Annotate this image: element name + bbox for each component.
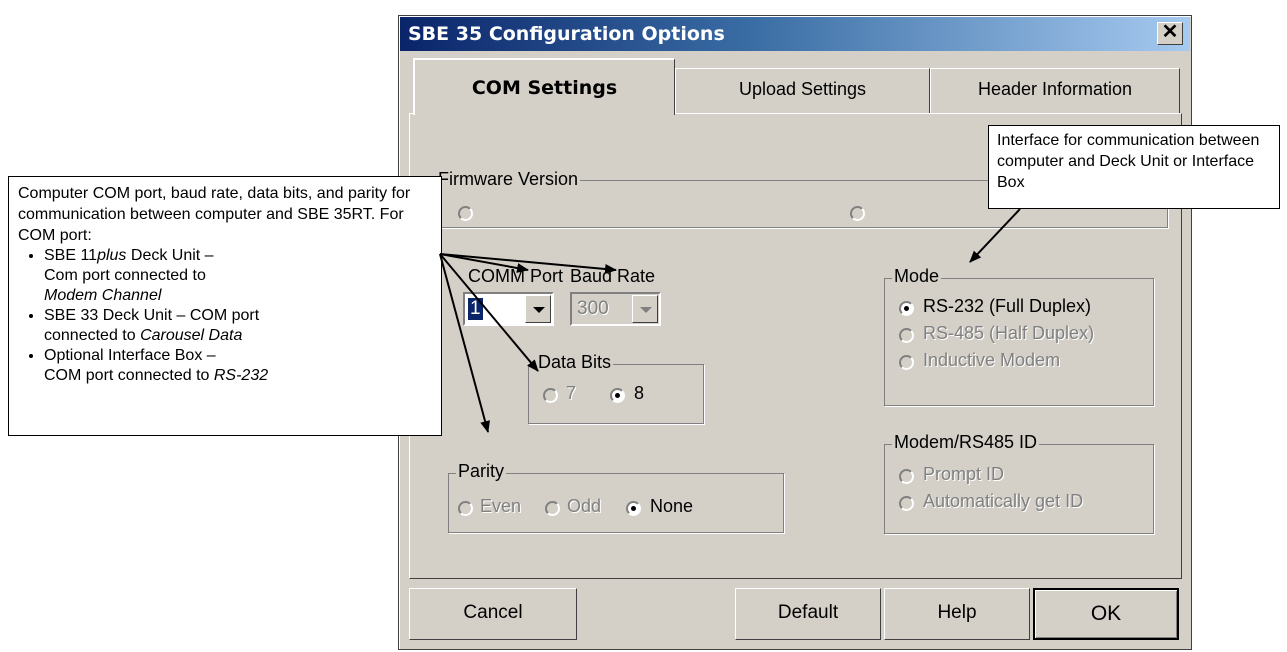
mode-rs485-radio[interactable]	[899, 328, 914, 343]
firmware-option-1-radio[interactable]	[458, 206, 473, 221]
mode-rs485-label: RS-485 (Half Duplex)	[923, 323, 1095, 343]
close-icon: ✕	[1161, 21, 1179, 43]
comm-port-select[interactable]: 1	[463, 292, 554, 326]
baud-rate-value: 300	[577, 298, 609, 319]
callout-text: connected to	[44, 327, 141, 344]
mode-label: Mode	[892, 266, 942, 287]
parity-even-radio[interactable]	[458, 501, 473, 516]
default-button[interactable]: Default	[735, 588, 881, 640]
parity-none-label: None	[650, 496, 694, 516]
ok-button[interactable]: OK	[1033, 588, 1179, 640]
data-bits-label: Data Bits	[536, 352, 614, 373]
prompt-id-radio[interactable]	[899, 469, 914, 484]
callout-text: Optional Interface Box –	[44, 347, 216, 364]
tab-upload-settings[interactable]: Upload Settings	[675, 68, 930, 114]
tab-com-settings[interactable]: COM Settings	[413, 58, 675, 115]
help-button[interactable]: Help	[884, 588, 1030, 640]
callout-text-italic: Carousel Data	[140, 327, 243, 344]
callout-intro: Computer COM port, baud rate, data bits,…	[18, 185, 411, 244]
parity-odd-radio[interactable]	[545, 501, 560, 516]
callout-bullet-deck-unit-11: SBE 11plus Deck Unit – Com port connecte…	[44, 246, 431, 306]
com-settings-callout: Computer COM port, baud rate, data bits,…	[8, 176, 442, 436]
callout-text: SBE 33 Deck Unit – COM port	[44, 307, 260, 324]
comm-port-dropdown-button[interactable]	[525, 295, 551, 323]
parity-odd-label: Odd	[567, 496, 602, 516]
chevron-down-icon	[533, 307, 545, 313]
close-button[interactable]: ✕	[1157, 22, 1183, 45]
callout-text: Deck Unit –	[126, 247, 214, 264]
tab-header-information[interactable]: Header Information	[930, 68, 1180, 114]
interface-mode-callout: Interface for communication between comp…	[988, 125, 1280, 209]
callout-text-italic: RS-232	[213, 367, 269, 384]
callout-bullet-deck-unit-33: SBE 33 Deck Unit – COM port connected to…	[44, 306, 431, 346]
cancel-button[interactable]: Cancel	[409, 588, 577, 640]
callout-text: SBE 11	[44, 247, 98, 264]
mode-inductive-modem-radio[interactable]	[899, 355, 914, 370]
baud-rate-dropdown-button[interactable]	[632, 295, 658, 323]
data-bits-7-radio[interactable]	[543, 388, 558, 403]
mode-rs232-radio[interactable]	[899, 301, 914, 316]
firmware-option-2-radio[interactable]	[850, 206, 865, 221]
parity-even-label: Even	[480, 496, 522, 516]
auto-get-id-radio[interactable]	[899, 496, 914, 511]
firmware-version-label: Firmware Version	[436, 169, 581, 190]
prompt-id-label: Prompt ID	[923, 464, 1005, 484]
mode-inductive-modem-label: Inductive Modem	[923, 350, 1061, 370]
data-bits-8-label: 8	[634, 383, 645, 403]
baud-rate-label: Baud Rate	[570, 266, 656, 286]
comm-port-label: COMM Port	[468, 266, 564, 286]
modem-id-label: Modem/RS485 ID	[892, 432, 1040, 453]
callout-text-italic: Modem Channel	[44, 287, 162, 304]
mode-rs232-label: RS-232 (Full Duplex)	[923, 296, 1092, 316]
parity-label: Parity	[456, 461, 507, 482]
chevron-down-icon	[640, 307, 652, 313]
callout-bullet-list: SBE 11plus Deck Unit – Com port connecte…	[18, 246, 431, 386]
modem-id-group	[884, 444, 1154, 534]
parity-none-radio[interactable]	[626, 501, 641, 516]
callout-text-italic: plus	[97, 247, 127, 264]
callout-text: Com port connected to	[44, 267, 206, 284]
configuration-dialog: SBE 35 Configuration Options ✕ COM Setti…	[398, 15, 1192, 650]
callout-bullet-interface-box: Optional Interface Box – COM port connec…	[44, 346, 431, 386]
title-bar[interactable]: SBE 35 Configuration Options ✕	[400, 17, 1190, 51]
callout-text: COM port connected to	[44, 367, 214, 384]
data-bits-7-label: 7	[566, 383, 577, 403]
baud-rate-select[interactable]: 300	[570, 292, 661, 326]
data-bits-8-radio[interactable]	[610, 388, 625, 403]
comm-port-value: 1	[468, 298, 483, 320]
auto-get-id-label: Automatically get ID	[923, 491, 1084, 511]
window-title: SBE 35 Configuration Options	[408, 23, 725, 45]
